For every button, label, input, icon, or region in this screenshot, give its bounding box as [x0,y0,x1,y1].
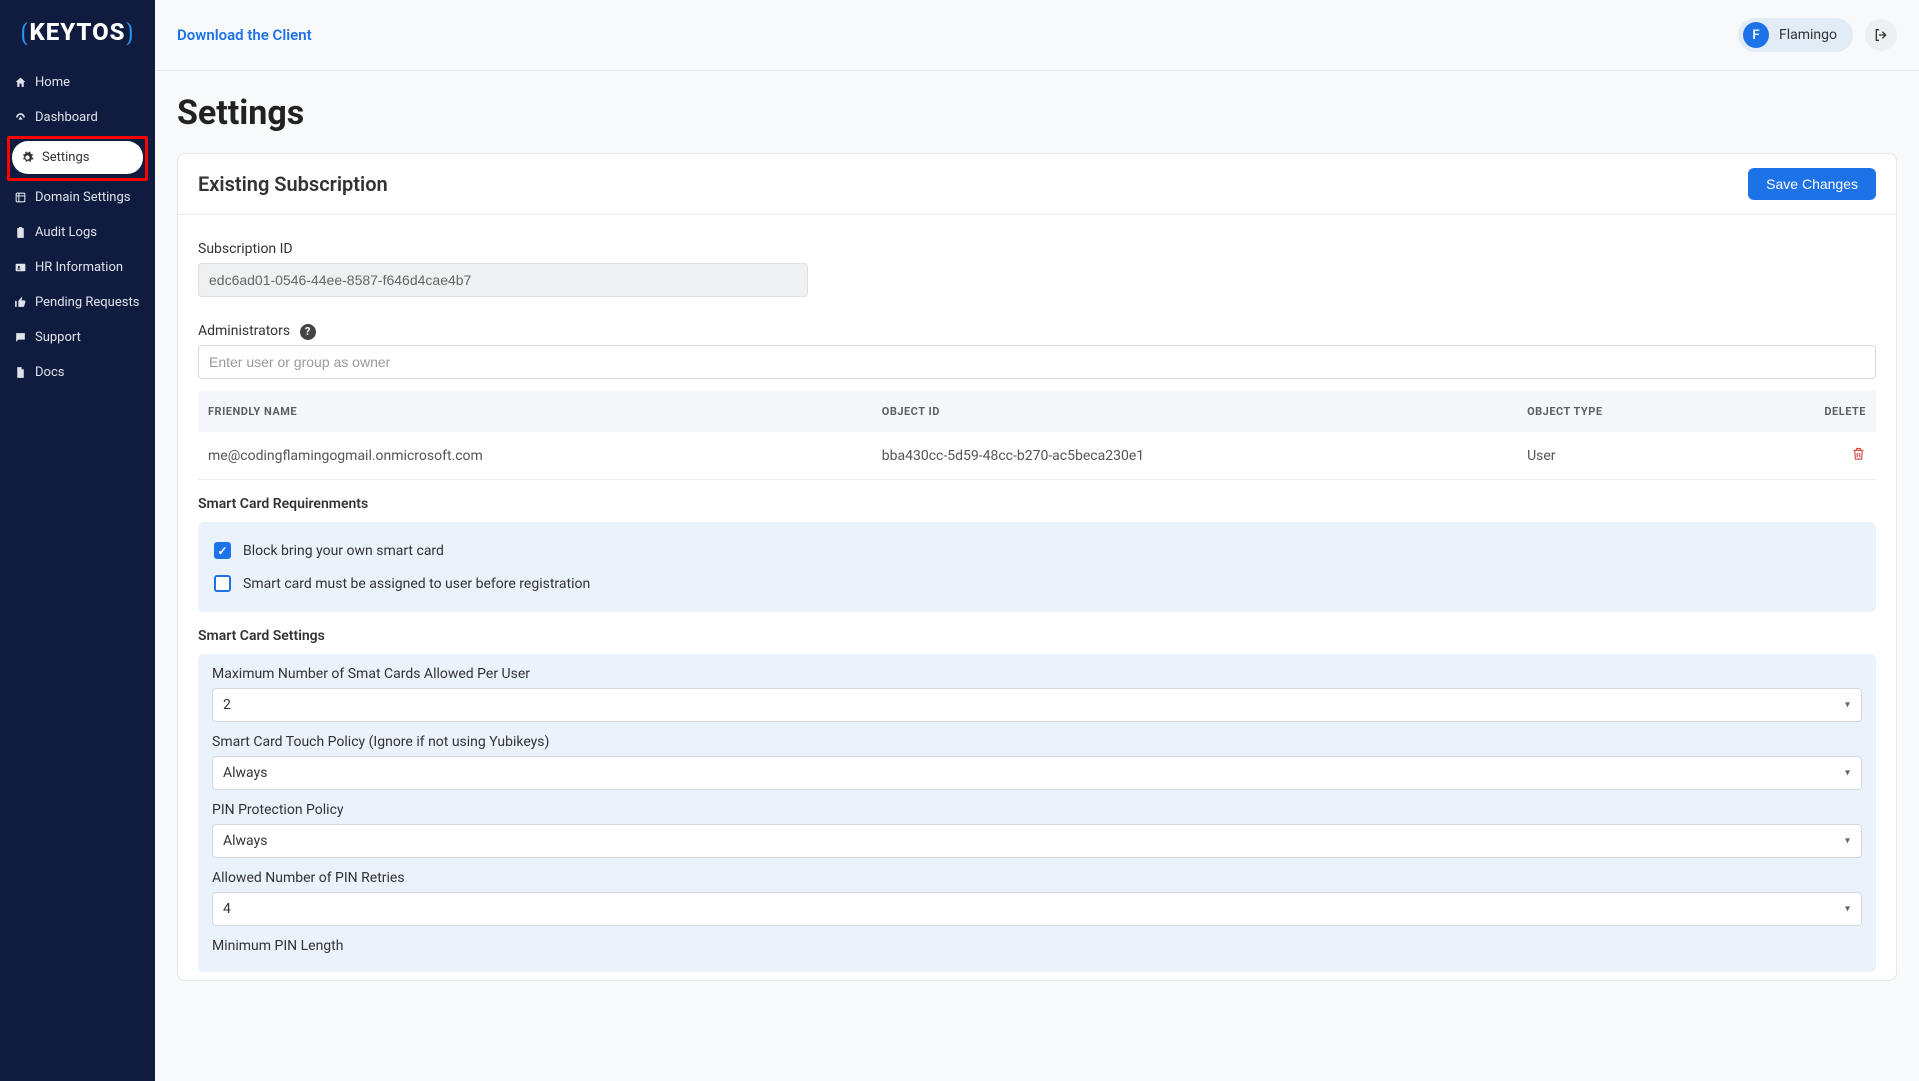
sidebar-item-label: Settings [42,150,89,165]
col-friendly-name: FRIENDLY NAME [198,391,872,432]
block-byo-checkbox[interactable] [214,542,231,559]
sidebar-item-label: Dashboard [35,110,98,125]
cell-object-type: User [1517,432,1735,480]
main: Download the Client F Flamingo Settings … [155,0,1919,1081]
pin-policy-label: PIN Protection Policy [212,802,1862,818]
shield-bracket-right-icon: ⟯ [126,18,135,46]
gauge-icon [13,111,27,125]
col-object-id: OBJECT ID [872,391,1517,432]
administrators-table: FRIENDLY NAME OBJECT ID OBJECT TYPE DELE… [198,391,1876,480]
sidebar-item-label: Domain Settings [35,190,130,205]
sidebar-item-pending-requests[interactable]: Pending Requests [5,286,150,319]
sidebar-item-label: Support [35,330,81,345]
sidebar-item-label: Pending Requests [35,295,139,310]
sidebar-item-label: Home [35,75,70,90]
pin-retries-select[interactable]: 4 [212,892,1862,926]
topbar: Download the Client F Flamingo [155,0,1919,71]
id-icon [13,261,27,275]
avatar: F [1743,22,1769,48]
sidebar-item-label: Audit Logs [35,225,97,240]
administrators-label: Administrators [198,323,290,339]
subscription-id-label: Subscription ID [198,241,1876,257]
assign-before-row: Smart card must be assigned to user befo… [212,567,1862,600]
sidebar-item-docs[interactable]: Docs [5,356,150,389]
gear-icon [20,151,34,165]
sidebar-item-support[interactable]: Support [5,321,150,354]
content: Settings Existing Subscription Save Chan… [155,71,1919,1003]
assign-before-label: Smart card must be assigned to user befo… [243,576,590,592]
thumb-icon [13,296,27,310]
smartcard-settings-panel: Maximum Number of Smat Cards Allowed Per… [198,654,1876,972]
smartcard-requirements-title: Smart Card Requirenments [198,496,1876,512]
max-cards-select[interactable]: 2 [212,688,1862,722]
globe-icon [13,191,27,205]
sidebar-item-audit-logs[interactable]: Audit Logs [5,216,150,249]
block-byo-label: Block bring your own smart card [243,543,444,559]
user-menu[interactable]: F Flamingo [1738,18,1853,52]
logout-button[interactable] [1865,19,1897,51]
sidebar-item-home[interactable]: Home [5,66,150,99]
logo-area: ⟮KEYTOS⟯ [0,0,155,66]
home-icon [13,76,27,90]
sidebar-item-label: HR Information [35,260,123,275]
block-byo-row: Block bring your own smart card [212,534,1862,567]
cell-friendly-name: me@codingflamingogmail.onmicrosoft.com [198,432,872,480]
chat-icon [13,331,27,345]
brand-name: KEYTOS [29,18,125,46]
subscription-card: Existing Subscription Save Changes Subsc… [177,153,1897,981]
highlight-annotation: Settings [7,136,148,181]
pin-policy-select[interactable]: Always [212,824,1862,858]
save-changes-button[interactable]: Save Changes [1748,168,1876,200]
clipboard-icon [13,226,27,240]
subscription-id-field [198,263,808,297]
card-header: Existing Subscription Save Changes [178,154,1896,215]
cell-object-id: bba430cc-5d59-48cc-b270-ac5beca230e1 [872,432,1517,480]
help-icon[interactable]: ? [300,324,316,340]
user-name: Flamingo [1779,27,1837,43]
delete-row-button[interactable] [1851,446,1866,461]
download-client-link[interactable]: Download the Client [177,26,312,44]
administrators-input[interactable] [198,345,1876,379]
table-row: me@codingflamingogmail.onmicrosoft.com b… [198,432,1876,480]
pin-retries-label: Allowed Number of PIN Retries [212,870,1862,886]
page-title: Settings [177,93,1897,133]
sidebar-item-hr-information[interactable]: HR Information [5,251,150,284]
topbar-right: F Flamingo [1738,18,1897,52]
max-cards-label: Maximum Number of Smat Cards Allowed Per… [212,666,1862,682]
sidebar-nav: Home Dashboard Settings [0,66,155,391]
touch-policy-label: Smart Card Touch Policy (Ignore if not u… [212,734,1862,750]
brand-logo: ⟮KEYTOS⟯ [20,18,134,46]
trash-icon [1851,446,1866,461]
assign-before-checkbox[interactable] [214,575,231,592]
sidebar: ⟮KEYTOS⟯ Home Dashboard [0,0,155,1081]
sidebar-item-label: Docs [35,365,64,380]
sidebar-item-dashboard[interactable]: Dashboard [5,101,150,134]
smartcard-settings-title: Smart Card Settings [198,628,1876,644]
col-delete: DELETE [1735,391,1876,432]
smartcard-requirements-panel: Block bring your own smart card Smart ca… [198,522,1876,612]
file-icon [13,366,27,380]
sidebar-item-settings[interactable]: Settings [12,141,143,174]
touch-policy-select[interactable]: Always [212,756,1862,790]
logout-icon [1873,27,1889,43]
card-title: Existing Subscription [198,172,388,196]
col-object-type: OBJECT TYPE [1517,391,1735,432]
min-pin-label: Minimum PIN Length [212,938,1862,954]
sidebar-item-domain-settings[interactable]: Domain Settings [5,181,150,214]
